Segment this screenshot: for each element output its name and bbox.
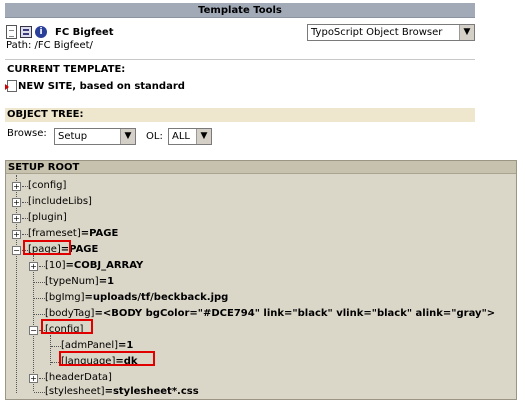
tree-node-value: =1 <box>98 276 115 287</box>
tree-node[interactable]: [stylesheet]=stylesheet*.css <box>45 384 199 400</box>
tree-connector <box>51 346 61 347</box>
tree-node[interactable]: [10]=COBJ_ARRAY <box>45 258 143 274</box>
module-title: Template Tools <box>198 5 282 16</box>
collapse-icon[interactable]: − <box>12 246 21 255</box>
ol-label: OL: <box>146 131 163 142</box>
tree-node-key: [stylesheet] <box>45 386 105 397</box>
function-menu-value: TypoScript Object Browser <box>311 27 443 38</box>
current-template: NEW SITE, based on standard <box>5 80 185 92</box>
tree-node-key: [plugin] <box>28 212 67 223</box>
tree-node-key: [typeNum] <box>45 276 99 287</box>
chevron-down-icon[interactable]: ▼ <box>120 129 135 144</box>
object-tree-label: OBJECT TREE: <box>7 109 84 120</box>
tree-node-value: =1 <box>118 340 134 351</box>
expand-icon[interactable]: + <box>12 198 21 207</box>
template-document-icon <box>5 80 17 92</box>
tree-node-key: [config] <box>28 180 67 191</box>
tree-node[interactable]: [bodyTag]=<BODY bgColor="#DCE794" link="… <box>45 306 495 322</box>
tree-node-key: [10] <box>45 260 66 271</box>
browse-label: Browse: <box>7 128 47 139</box>
expand-icon[interactable]: + <box>12 214 21 223</box>
tree-node-key: [includeLibs] <box>28 196 92 207</box>
tree-connector <box>34 392 45 393</box>
function-menu-select[interactable]: TypoScript Object Browser ▼ <box>307 24 475 41</box>
tree-node[interactable]: [typeNum]=1 <box>45 274 114 290</box>
tree-node-key: [admPanel] <box>61 340 118 351</box>
info-icon[interactable]: i <box>35 26 47 38</box>
site-path: Path: /FC Bigfeet/ <box>6 40 93 51</box>
ol-select[interactable]: ALL ▼ <box>168 128 212 145</box>
tree-node-value: =PAGE <box>80 228 119 239</box>
tree-node-key: [headerData] <box>45 372 112 383</box>
chevron-down-icon[interactable]: ▼ <box>196 129 211 144</box>
tree-node-value: =stylesheet*.css <box>104 386 199 397</box>
site-header: i FC Bigfeet <box>6 23 114 41</box>
tree-connector <box>16 175 17 393</box>
object-tree-header: OBJECT TREE: <box>5 108 475 122</box>
tree-node-key: [bodyTag] <box>45 308 95 319</box>
site-name: FC Bigfeet <box>55 26 114 38</box>
tree-connector <box>33 255 34 391</box>
tree-node-key: [bgImg] <box>45 292 85 303</box>
browse-select[interactable]: Setup ▼ <box>54 128 136 145</box>
tree-node-value: =<BODY bgColor="#DCE794" link="black" vl… <box>94 308 496 319</box>
current-template-name: NEW SITE, based on standard <box>18 80 185 92</box>
grid-view-icon[interactable] <box>20 26 32 38</box>
tree-node[interactable]: [includeLibs] <box>28 194 92 210</box>
tree-node-value: =COBJ_ARRAY <box>65 260 144 271</box>
browse-select-value: Setup <box>58 131 88 142</box>
tree-connector <box>34 314 45 315</box>
expand-icon[interactable]: + <box>29 262 38 271</box>
ol-select-value: ALL <box>172 131 190 142</box>
expand-icon[interactable]: + <box>12 230 21 239</box>
tree-connector <box>34 282 45 283</box>
setup-root-header: SETUP ROOT <box>6 161 516 174</box>
collapse-icon[interactable]: − <box>29 326 38 335</box>
tree-node-value: =uploads/tf/beckback.jpg <box>84 292 229 303</box>
browse-controls: Browse: <box>7 128 47 139</box>
chevron-down-icon[interactable]: ▼ <box>459 25 474 40</box>
tree-node[interactable]: [bgImg]=uploads/tf/beckback.jpg <box>45 290 228 306</box>
module-title-bar: Template Tools <box>5 3 475 18</box>
highlight-box <box>41 319 93 334</box>
tree-connector <box>50 335 51 365</box>
expand-icon[interactable]: + <box>12 182 21 191</box>
tree-connector <box>34 298 45 299</box>
highlight-box <box>23 240 71 255</box>
divider <box>5 59 475 60</box>
tree-node[interactable]: [config] <box>28 178 66 194</box>
tree-node[interactable]: [plugin] <box>28 210 67 226</box>
current-template-label: CURRENT TEMPLATE: <box>7 64 126 75</box>
highlight-box <box>59 351 155 366</box>
setup-tree: SETUP ROOT + [config] + [includeLibs] + … <box>5 160 517 400</box>
expand-icon[interactable]: + <box>29 374 38 383</box>
tree-node-key: [frameset] <box>28 228 81 239</box>
page-icon[interactable] <box>6 25 17 39</box>
